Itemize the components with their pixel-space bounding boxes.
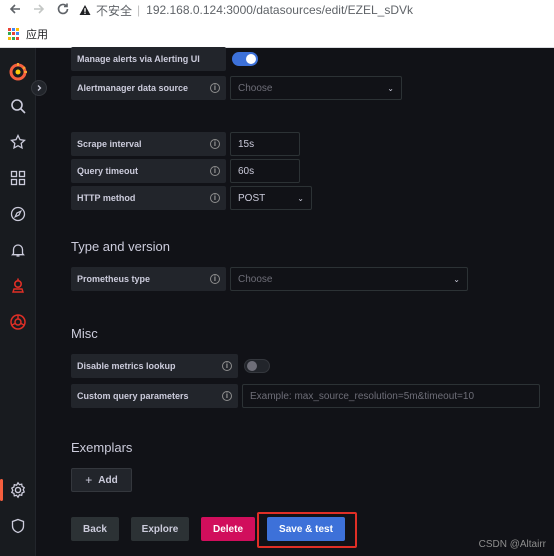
- sidebar-collapse-button[interactable]: [31, 80, 47, 96]
- info-icon[interactable]: i: [210, 193, 220, 203]
- prometheus-type-row: Prometheus type i Choose ⌄: [71, 267, 468, 291]
- add-exemplar-label: Add: [98, 474, 118, 486]
- prometheus-type-label-box: Prometheus type i: [71, 267, 226, 291]
- custom-params-label: Custom query parameters: [77, 391, 189, 401]
- watermark-text: CSDN @Altairr: [478, 539, 546, 550]
- dashboards-icon[interactable]: [6, 166, 30, 190]
- scrape-interval-input[interactable]: 15s: [230, 132, 300, 156]
- prometheus-type-label: Prometheus type: [77, 274, 151, 284]
- query-timeout-label-box: Query timeout i: [71, 159, 226, 183]
- custom-params-label-box: Custom query parameters i: [71, 384, 238, 408]
- scrape-interval-label: Scrape interval: [77, 139, 142, 149]
- bookmarks-bar: 应用: [0, 24, 554, 44]
- scrape-interval-row: Scrape interval i 15s: [71, 132, 300, 156]
- custom-params-row: Custom query parameters i Example: max_s…: [71, 384, 540, 408]
- info-icon[interactable]: i: [210, 139, 220, 149]
- http-method-select[interactable]: POST ⌄: [230, 186, 312, 210]
- oncall-app-icon[interactable]: [6, 310, 30, 334]
- grafana-sidebar: [0, 48, 36, 556]
- address-bar[interactable]: 不安全 | 192.168.0.124:3000/datasources/edi…: [78, 1, 548, 19]
- chevron-down-icon: ⌄: [387, 83, 394, 93]
- alertmanager-label-box: Alertmanager data source i: [71, 76, 226, 100]
- toggle-knob: [247, 361, 257, 371]
- alerting-bell-icon[interactable]: [6, 238, 30, 262]
- toggle-knob: [246, 54, 256, 64]
- plugin-app-icon[interactable]: [6, 274, 30, 298]
- browser-chrome: 不安全 | 192.168.0.124:3000/datasources/edi…: [0, 0, 554, 48]
- alertmanager-source-row: Alertmanager data source i Choose ⌄: [71, 76, 402, 100]
- warning-icon: [78, 3, 92, 17]
- add-exemplar-button[interactable]: + Add: [71, 468, 132, 492]
- alertmanager-select[interactable]: Choose ⌄: [230, 76, 402, 100]
- query-timeout-label: Query timeout: [77, 166, 139, 176]
- info-icon[interactable]: i: [222, 361, 232, 371]
- http-method-row: HTTP method i POST ⌄: [71, 186, 312, 210]
- active-indicator: [0, 479, 3, 501]
- delete-button[interactable]: Delete: [201, 517, 255, 541]
- http-method-label: HTTP method: [77, 193, 136, 203]
- address-separator: |: [137, 3, 141, 17]
- address-row: 不安全 | 192.168.0.124:3000/datasources/edi…: [0, 0, 554, 22]
- insecure-label: 不安全: [96, 3, 133, 18]
- alertmanager-select-value: Choose: [238, 82, 273, 94]
- plus-icon: +: [85, 473, 93, 487]
- info-icon[interactable]: i: [210, 166, 220, 176]
- prometheus-type-value: Choose: [238, 273, 273, 285]
- type-version-heading: Type and version: [71, 239, 171, 254]
- misc-heading: Misc: [71, 326, 98, 341]
- chevron-down-icon: ⌄: [297, 193, 304, 203]
- search-icon[interactable]: [6, 94, 30, 118]
- disable-lookup-label-box: Disable metrics lookup i: [71, 354, 238, 378]
- configuration-gear-icon[interactable]: [6, 478, 30, 502]
- query-timeout-row: Query timeout i 60s: [71, 159, 300, 183]
- save-and-test-button[interactable]: Save & test: [267, 517, 345, 541]
- chevron-down-icon: ⌄: [453, 274, 460, 284]
- apps-grid-icon[interactable]: [8, 28, 20, 40]
- http-method-label-box: HTTP method i: [71, 186, 226, 210]
- datasource-settings: Manage alerts via Alerting UI Alertmanag…: [36, 47, 554, 556]
- grafana-logo-icon[interactable]: [6, 60, 30, 84]
- back-button[interactable]: Back: [71, 517, 119, 541]
- alertmanager-label: Alertmanager data source: [77, 83, 189, 93]
- manage-alerts-label: Manage alerts via Alerting UI: [77, 54, 200, 64]
- info-icon[interactable]: i: [222, 391, 232, 401]
- exemplars-heading: Exemplars: [71, 440, 133, 455]
- back-arrow-icon[interactable]: [6, 2, 24, 20]
- manage-alerts-label-box: Manage alerts via Alerting UI: [71, 47, 226, 71]
- manage-alerts-toggle[interactable]: [232, 52, 258, 66]
- http-method-value: POST: [238, 192, 266, 204]
- explore-button[interactable]: Explore: [131, 517, 189, 541]
- forward-arrow-icon[interactable]: [30, 2, 48, 20]
- manage-alerts-row: Manage alerts via Alerting UI: [71, 47, 258, 71]
- explore-compass-icon[interactable]: [6, 202, 30, 226]
- chevron-right-icon: [37, 85, 42, 91]
- server-admin-shield-icon[interactable]: [6, 514, 30, 538]
- user-avatar-icon[interactable]: [6, 546, 30, 556]
- starred-icon[interactable]: [6, 130, 30, 154]
- custom-params-input[interactable]: Example: max_source_resolution=5m&timeou…: [242, 384, 540, 408]
- prometheus-type-select[interactable]: Choose ⌄: [230, 267, 468, 291]
- disable-lookup-row: Disable metrics lookup i: [71, 354, 270, 378]
- url-text: 192.168.0.124:3000/datasources/edit/EZEL…: [146, 3, 413, 17]
- scrape-interval-label-box: Scrape interval i: [71, 132, 226, 156]
- info-icon[interactable]: i: [210, 83, 220, 93]
- disable-lookup-toggle[interactable]: [244, 359, 270, 373]
- disable-lookup-label: Disable metrics lookup: [77, 361, 176, 371]
- info-icon[interactable]: i: [210, 274, 220, 284]
- query-timeout-input[interactable]: 60s: [230, 159, 300, 183]
- apps-link[interactable]: 应用: [26, 26, 48, 42]
- reload-icon[interactable]: [54, 2, 72, 20]
